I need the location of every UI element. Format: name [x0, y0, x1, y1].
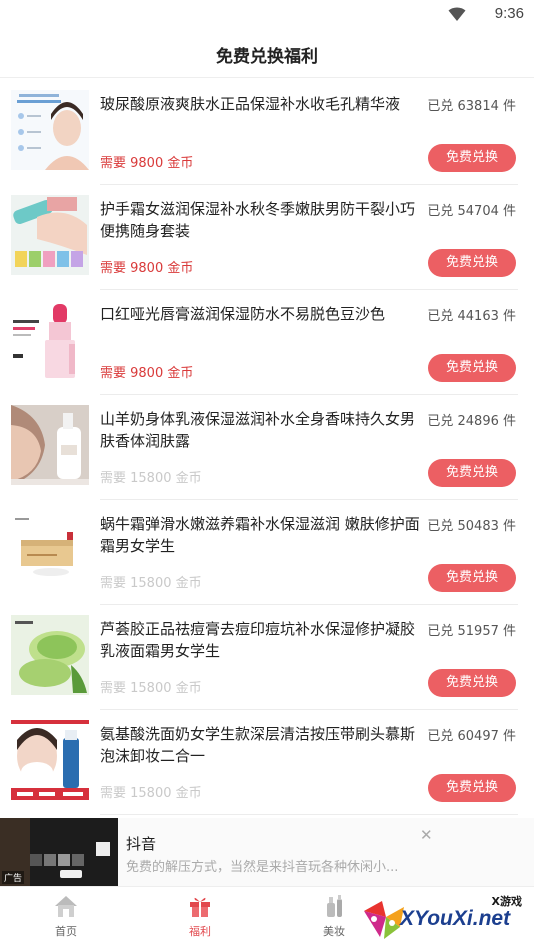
- product-price: 需要 9800 金币: [100, 156, 194, 171]
- product-image: [11, 720, 89, 800]
- divider: [100, 814, 518, 815]
- redeem-button[interactable]: 免费兑换: [428, 564, 516, 592]
- product-item[interactable]: 蜗牛霜弹滑水嫩滋养霜补水保湿滋润 嫩肤修护面霜男女学生 已兑 50483 件 需…: [0, 500, 534, 605]
- product-price: 需要 15800 金币: [100, 471, 202, 486]
- title-bar: 免费兑换福利: [0, 30, 534, 78]
- product-item[interactable]: 山羊奶身体乳液保湿滋润补水全身香味持久女男肤香体润肤露 已兑 24896 件 需…: [0, 395, 534, 500]
- ad-label: 广告: [2, 871, 25, 884]
- redeem-button[interactable]: 免费兑换: [428, 669, 516, 697]
- product-name: 芦荟胶正品祛痘膏去痘印痘坑补水保湿修护凝胶乳液面霜男女学生: [100, 620, 416, 660]
- redeem-button[interactable]: 免费兑换: [428, 459, 516, 487]
- product-price: 需要 15800 金币: [100, 576, 202, 591]
- watermark-logo: X游戏 XYouXi.net: [360, 893, 532, 949]
- product-name: 山羊奶身体乳液保湿滋润补水全身香味持久女男肤香体润肤露: [100, 410, 416, 450]
- cosmetics-icon: [327, 895, 342, 917]
- wifi-icon: [448, 7, 466, 21]
- ad-image: 广告: [0, 818, 118, 886]
- product-list: 玻尿酸原液爽肤水正品保湿补水收毛孔精华液 已兑 63814 件 需要 9800 …: [0, 80, 534, 815]
- ad-description: 免费的解压方式，当然是来抖音玩各种休闲小...: [126, 860, 399, 875]
- ad-banner[interactable]: 广告 抖音 免费的解压方式，当然是来抖音玩各种休闲小... ✕: [0, 818, 534, 886]
- product-price: 需要 9800 金币: [100, 366, 194, 381]
- product-sold-count: 已兑 60497 件: [427, 729, 516, 744]
- home-icon: [55, 896, 77, 917]
- product-image: [11, 510, 89, 590]
- close-icon[interactable]: ✕: [420, 826, 433, 844]
- redeem-button[interactable]: 免费兑换: [428, 774, 516, 802]
- product-item[interactable]: 氨基酸洗面奶女学生款深层清洁按压带刷头慕斯泡沫卸妆二合一 已兑 60497 件 …: [0, 710, 534, 815]
- status-time: 9:36: [494, 5, 524, 22]
- product-sold-count: 已兑 44163 件: [427, 309, 516, 324]
- product-price: 需要 15800 金币: [100, 786, 202, 801]
- tab-home[interactable]: 首页: [26, 893, 106, 939]
- page-title: 免费兑换福利: [216, 47, 318, 67]
- product-name: 蜗牛霜弹滑水嫩滋养霜补水保湿滋润 嫩肤修护面霜男女学生: [100, 515, 420, 555]
- product-image: [11, 405, 89, 485]
- status-bar: 9:36: [0, 0, 534, 30]
- product-sold-count: 已兑 63814 件: [427, 99, 516, 114]
- ad-title: 抖音: [126, 835, 157, 853]
- product-name: 氨基酸洗面奶女学生款深层清洁按压带刷头慕斯泡沫卸妆二合一: [100, 725, 416, 765]
- product-name: 玻尿酸原液爽肤水正品保湿补水收毛孔精华液: [100, 95, 401, 113]
- product-sold-count: 已兑 24896 件: [427, 414, 516, 429]
- product-image: [11, 300, 89, 380]
- product-price: 需要 9800 金币: [100, 261, 194, 276]
- tab-label: 福利: [189, 925, 211, 938]
- product-sold-count: 已兑 54704 件: [427, 204, 516, 219]
- tab-welfare[interactable]: 福利: [160, 893, 240, 939]
- product-name: 护手霜女滋润保湿补水秋冬季嫩肤男防干裂小巧便携随身套装: [100, 200, 416, 240]
- product-sold-count: 已兑 50483 件: [427, 519, 516, 534]
- redeem-button[interactable]: 免费兑换: [428, 354, 516, 382]
- product-item[interactable]: 护手霜女滋润保湿补水秋冬季嫩肤男防干裂小巧便携随身套装 已兑 54704 件 需…: [0, 185, 534, 290]
- tab-label: 首页: [55, 925, 77, 938]
- product-image: [11, 195, 89, 275]
- product-item[interactable]: 口红哑光唇膏滋润保湿防水不易脱色豆沙色 已兑 44163 件 需要 9800 金…: [0, 290, 534, 395]
- product-image: [11, 615, 89, 695]
- gift-icon: [190, 897, 210, 917]
- product-price: 需要 15800 金币: [100, 681, 202, 696]
- product-item[interactable]: 玻尿酸原液爽肤水正品保湿补水收毛孔精华液 已兑 63814 件 需要 9800 …: [0, 80, 534, 185]
- product-image: [11, 90, 89, 170]
- redeem-button[interactable]: 免费兑换: [428, 144, 516, 172]
- product-sold-count: 已兑 51957 件: [427, 624, 516, 639]
- product-item[interactable]: 芦荟胶正品祛痘膏去痘印痘坑补水保湿修护凝胶乳液面霜男女学生 已兑 51957 件…: [0, 605, 534, 710]
- redeem-button[interactable]: 免费兑换: [428, 249, 516, 277]
- product-name: 口红哑光唇膏滋润保湿防水不易脱色豆沙色: [100, 305, 386, 323]
- watermark-text: XYouXi.net: [400, 907, 511, 930]
